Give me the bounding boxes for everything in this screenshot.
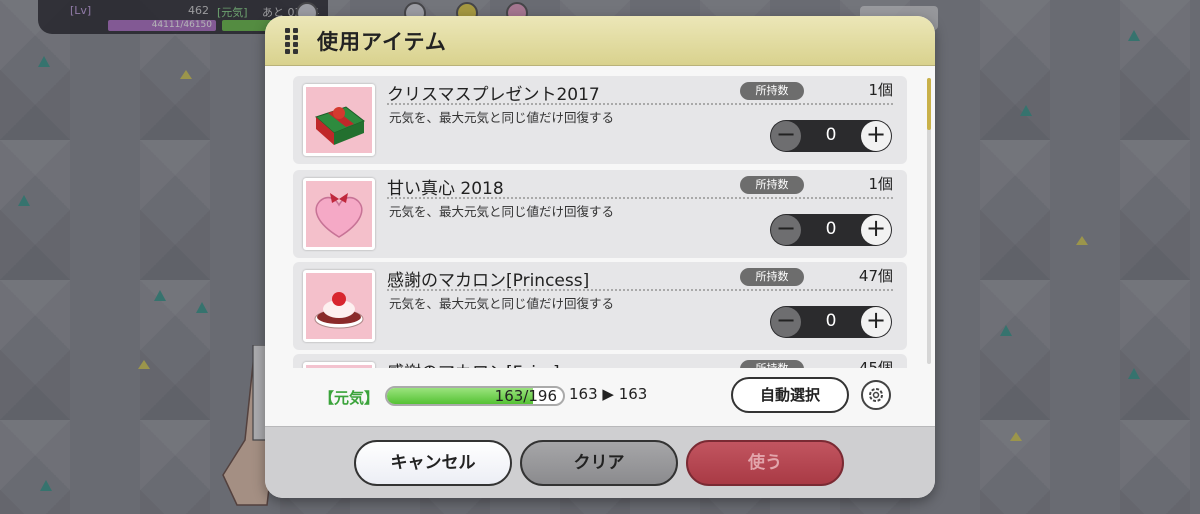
list-item: 感謝のマカロン[Princess] 所持数 47個 元気を、最大元気と同じ値だけ… (293, 262, 907, 350)
dialog-footer: キャンセル クリア 使う (265, 426, 935, 498)
owned-count: 1個 (868, 81, 893, 99)
minus-button[interactable]: − (771, 121, 801, 151)
quantity-stepper: − 0 + (770, 306, 892, 338)
owned-label: 所持数 (740, 268, 804, 286)
item-description: 元気を、最大元気と同じ値だけ回復する (389, 110, 615, 125)
stamina-change: 163 ▶ 163 (569, 385, 648, 403)
list-item: クリスマスプレゼント2017 所持数 1個 元気を、最大元気と同じ値だけ回復する… (293, 76, 907, 164)
heart-box-icon (303, 178, 375, 250)
minus-button[interactable]: − (771, 215, 801, 245)
stamina-value: 163/196 (494, 387, 557, 405)
use-item-dialog: 使用アイテム クリスマスプレゼント2017 所持数 1個 元気を、最大元気と同じ… (265, 16, 935, 498)
cancel-button[interactable]: キャンセル (354, 440, 512, 486)
plus-button[interactable]: + (861, 307, 891, 337)
owned-count: 47個 (858, 267, 893, 285)
divider (387, 289, 893, 291)
minus-button[interactable]: − (771, 307, 801, 337)
item-description: 元気を、最大元気と同じ値だけ回復する (389, 204, 615, 219)
item-name: 甘い真心 2018 (387, 179, 504, 199)
dialog-title: 使用アイテム (317, 30, 447, 54)
list-item: 甘い真心 2018 所持数 1個 元気を、最大元気と同じ値だけ回復する − 0 … (293, 170, 907, 258)
item-name: 感謝のマカロン[Fairy] (387, 358, 560, 368)
macaron-icon (303, 362, 375, 368)
dialog-header: 使用アイテム (265, 16, 935, 66)
owned-label: 所持数 (740, 82, 804, 100)
owned-count: 45個 (858, 359, 893, 368)
quantity-stepper: − 0 + (770, 120, 892, 152)
item-list[interactable]: クリスマスプレゼント2017 所持数 1個 元気を、最大元気と同じ値だけ回復する… (293, 76, 907, 368)
plus-button[interactable]: + (861, 215, 891, 245)
item-name: 感謝のマカロン[Princess] (387, 271, 590, 291)
divider (387, 103, 893, 105)
plus-button[interactable]: + (861, 121, 891, 151)
quantity-stepper: − 0 + (770, 214, 892, 246)
list-item: 感謝のマカロン[Fairy] 所持数 45個 (293, 354, 907, 368)
divider (387, 197, 893, 199)
quantity-value: 0 (825, 125, 837, 145)
gift-box-icon (303, 84, 375, 156)
stamina-label: 【元気】 (319, 389, 380, 407)
quantity-value: 0 (825, 219, 837, 239)
auto-select-button[interactable]: 自動選択 (731, 377, 849, 413)
scrollbar-thumb[interactable] (927, 78, 931, 130)
use-button[interactable]: 使う (686, 440, 844, 486)
gear-icon[interactable] (861, 380, 891, 410)
stamina-bar: 163/196 (385, 386, 565, 406)
quantity-value: 0 (825, 311, 837, 331)
item-description: 元気を、最大元気と同じ値だけ回復する (389, 296, 615, 311)
owned-label: 所持数 (740, 176, 804, 194)
strawberry-cake-icon (303, 270, 375, 342)
drag-handle-icon[interactable] (285, 28, 299, 54)
owned-count: 1個 (868, 175, 893, 193)
clear-button[interactable]: クリア (520, 440, 678, 486)
owned-label: 所持数 (740, 360, 804, 368)
item-name: クリスマスプレゼント2017 (387, 85, 600, 105)
